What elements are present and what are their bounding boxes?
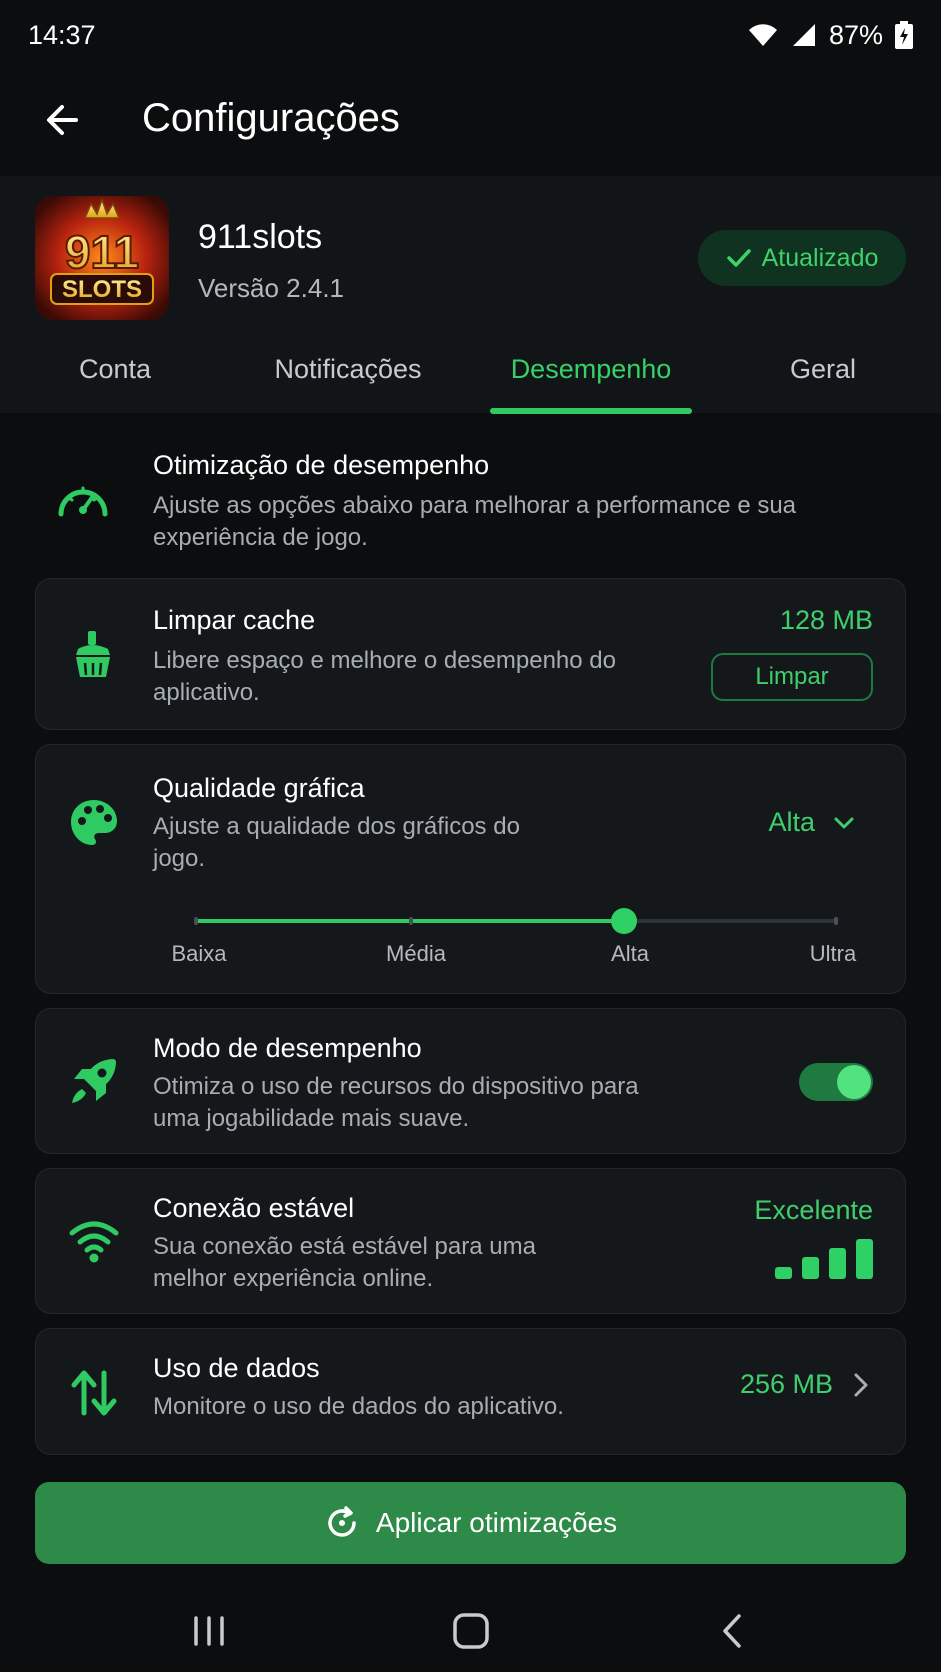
signal-bar	[856, 1239, 873, 1279]
quality-slider[interactable]	[194, 908, 838, 934]
page-title: Configurações	[142, 96, 400, 140]
graphics-description: Ajuste a qualidade dos gráficos do jogo.	[153, 813, 520, 872]
app-bar: Configurações	[0, 70, 941, 176]
back-icon[interactable]	[708, 1608, 758, 1654]
toggle-knob	[837, 1065, 871, 1099]
data-usage-value-link[interactable]: 256 MB	[740, 1369, 869, 1400]
signal-icon	[792, 24, 815, 46]
wifi-icon	[748, 24, 777, 46]
apply-button-label: Aplicar otimizações	[375, 1507, 618, 1538]
tab-geral[interactable]: Geral	[722, 326, 924, 413]
chevron-down-icon	[834, 817, 854, 828]
quality-label-baixa: Baixa	[171, 941, 227, 966]
refresh-icon	[328, 1506, 356, 1537]
intro-section: Otimização de desempenho Ajuste as opçõe…	[0, 440, 941, 560]
quality-label-alta: Alta	[611, 941, 649, 966]
performance-mode-description: Otimiza o uso de recursos do dispositivo…	[153, 1073, 639, 1132]
app-name: 911slots	[198, 218, 323, 256]
home-icon[interactable]	[446, 1608, 496, 1654]
app-header-panel: 911 SLOTS 911slots Versão 2.4.1 Atualiza…	[0, 176, 941, 414]
status-bar: 14:37 87%	[0, 0, 941, 70]
data-usage-description: Monitore o uso de dados do aplicativo.	[153, 1393, 564, 1420]
chevron-right-icon	[854, 1373, 868, 1396]
status-icons: 87%	[747, 20, 913, 51]
logo-number: 911	[65, 226, 139, 278]
performance-mode-toggle[interactable]	[799, 1063, 873, 1101]
slider-tick	[834, 917, 838, 925]
status-badge-label: Atualizado	[761, 243, 879, 272]
cache-card: Limpar cache Libere espaço e melhore o d…	[35, 578, 906, 730]
data-usage-value: 256 MB	[739, 1369, 833, 1399]
connection-description: Sua conexão está estável para uma melhor…	[153, 1233, 536, 1292]
connection-title: Conexão estável	[153, 1193, 355, 1223]
cache-description: Libere espaço e melhore o desempenho do …	[153, 647, 616, 706]
slider-tick	[194, 917, 198, 925]
app-logo: 911 SLOTS	[35, 196, 169, 320]
app-version: Versão 2.4.1	[198, 273, 344, 303]
performance-mode-card: Modo de desempenho Otimiza o uso de recu…	[35, 1008, 906, 1154]
speedometer-icon	[58, 486, 108, 517]
slider-tick	[409, 917, 413, 925]
tab-notificacoes[interactable]: Notificações	[247, 326, 449, 413]
signal-strength-bars	[775, 1239, 873, 1279]
quality-label-ultra: Ultra	[809, 941, 857, 966]
status-badge: Atualizado	[698, 230, 906, 286]
logo-word: SLOTS	[62, 276, 142, 303]
quality-dropdown[interactable]: Alta	[768, 807, 855, 838]
palette-icon	[71, 800, 117, 845]
section-description: Ajuste as opções abaixo para melhorar a …	[153, 492, 797, 551]
section-title: Otimização de desempenho	[153, 450, 490, 480]
cache-title: Limpar cache	[153, 605, 316, 635]
tab-bar: Conta Notificações Desempenho Geral	[0, 326, 941, 413]
signal-bar	[775, 1267, 792, 1279]
arrows-up-down-icon	[71, 1370, 117, 1416]
quality-label-media: Média	[386, 941, 446, 966]
signal-bar	[829, 1248, 846, 1279]
signal-bar	[802, 1257, 819, 1279]
recents-icon[interactable]	[184, 1608, 234, 1654]
tab-conta[interactable]: Conta	[14, 326, 216, 413]
quality-slider-thumb[interactable]	[611, 908, 637, 934]
graphics-card: Qualidade gráfica Ajuste a qualidade dos…	[35, 744, 906, 994]
connection-card: Conexão estável Sua conexão está estável…	[35, 1168, 906, 1314]
wifi-icon	[69, 1221, 119, 1263]
connection-status: Excelente	[754, 1195, 873, 1225]
apply-optimizations-button[interactable]: Aplicar otimizações	[35, 1482, 906, 1564]
data-usage-title: Uso de dados	[153, 1353, 320, 1383]
quality-selected: Alta	[768, 807, 815, 837]
status-time: 14:37	[28, 19, 96, 50]
check-icon	[726, 249, 751, 267]
rocket-icon	[72, 1059, 116, 1103]
back-arrow-icon[interactable]	[40, 98, 84, 142]
tab-desempenho[interactable]: Desempenho	[490, 326, 692, 413]
system-nav-bar	[0, 1590, 941, 1672]
clear-cache-button[interactable]: Limpar	[711, 653, 873, 701]
cache-size: 128 MB	[779, 605, 873, 635]
battery-percent: 87%	[828, 19, 883, 50]
data-usage-card[interactable]: Uso de dados Monitore o uso de dados do …	[35, 1328, 906, 1455]
performance-mode-title: Modo de desempenho	[153, 1033, 422, 1063]
active-tab-indicator	[490, 408, 692, 414]
graphics-title: Qualidade gráfica	[153, 773, 365, 803]
battery-icon	[895, 21, 913, 49]
broom-icon	[76, 631, 110, 677]
